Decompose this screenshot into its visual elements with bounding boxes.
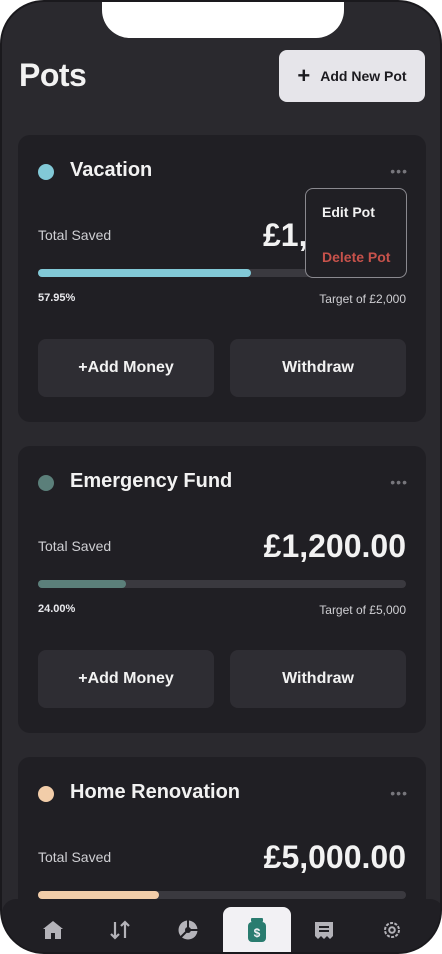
- page-title: Pots: [19, 57, 87, 93]
- pot-color-dot: [38, 475, 54, 491]
- progress-fill: [38, 891, 160, 899]
- more-options-icon[interactable]: •••: [390, 163, 408, 179]
- pot-card-emergency-fund: Emergency Fund ••• Total Saved £1,200.00…: [18, 446, 426, 733]
- pot-color-dot: [38, 786, 54, 802]
- progress-percent: 57.95%: [38, 292, 76, 304]
- pots-icon: $: [248, 918, 266, 942]
- device-notch: [102, 2, 344, 38]
- bottom-navigation: $: [2, 899, 440, 952]
- home-icon: [43, 921, 63, 939]
- pot-amount: £1,200.00: [263, 528, 406, 564]
- pot-color-dot: [38, 164, 54, 180]
- nav-budgets[interactable]: [169, 911, 207, 949]
- progress-fill: [38, 269, 252, 277]
- svg-text:$: $: [254, 926, 261, 940]
- progress-fill: [38, 580, 127, 588]
- total-saved-label: Total Saved: [38, 849, 112, 865]
- nav-settings[interactable]: [373, 911, 411, 949]
- bills-icon: [315, 922, 333, 939]
- nav-home[interactable]: [34, 911, 72, 949]
- add-money-button[interactable]: +Add Money: [38, 339, 214, 397]
- pot-card-vacation: Vacation ••• Total Saved £1, 57.95% Targ…: [18, 135, 426, 422]
- target-amount: Target of £2,000: [319, 292, 406, 306]
- add-new-pot-label: Add New Pot: [320, 68, 407, 84]
- pot-name: Home Renovation: [70, 781, 241, 803]
- edit-pot-menu-item[interactable]: Edit Pot: [322, 204, 375, 220]
- pot-options-menu: Edit Pot Delete Pot: [305, 188, 407, 278]
- delete-pot-menu-item[interactable]: Delete Pot: [322, 249, 390, 265]
- add-new-pot-button[interactable]: + Add New Pot: [279, 50, 425, 102]
- settings-icon: [384, 922, 400, 938]
- progress-track: [38, 891, 406, 899]
- withdraw-button[interactable]: Withdraw: [230, 339, 406, 397]
- progress-percent: 24.00%: [38, 603, 76, 615]
- pot-amount: £5,000.00: [263, 839, 406, 875]
- more-options-icon[interactable]: •••: [390, 785, 408, 801]
- plus-icon: +: [297, 63, 311, 88]
- progress-track: [38, 580, 406, 588]
- nav-pots[interactable]: $: [238, 911, 276, 949]
- transactions-icon: [110, 920, 130, 940]
- total-saved-label: Total Saved: [38, 538, 112, 554]
- pot-amount: £1,: [263, 217, 308, 253]
- add-money-button[interactable]: +Add Money: [38, 650, 214, 708]
- pot-name: Vacation: [70, 159, 153, 181]
- total-saved-label: Total Saved: [38, 227, 112, 243]
- target-amount: Target of £5,000: [319, 603, 406, 617]
- more-options-icon[interactable]: •••: [390, 474, 408, 490]
- phone-frame: Pots + Add New Pot Vacation ••• Total Sa…: [0, 0, 442, 954]
- withdraw-button[interactable]: Withdraw: [230, 650, 406, 708]
- pot-name: Emergency Fund: [70, 470, 233, 492]
- nav-bills[interactable]: [305, 911, 343, 949]
- budgets-icon: [178, 920, 198, 940]
- nav-transactions[interactable]: [101, 911, 139, 949]
